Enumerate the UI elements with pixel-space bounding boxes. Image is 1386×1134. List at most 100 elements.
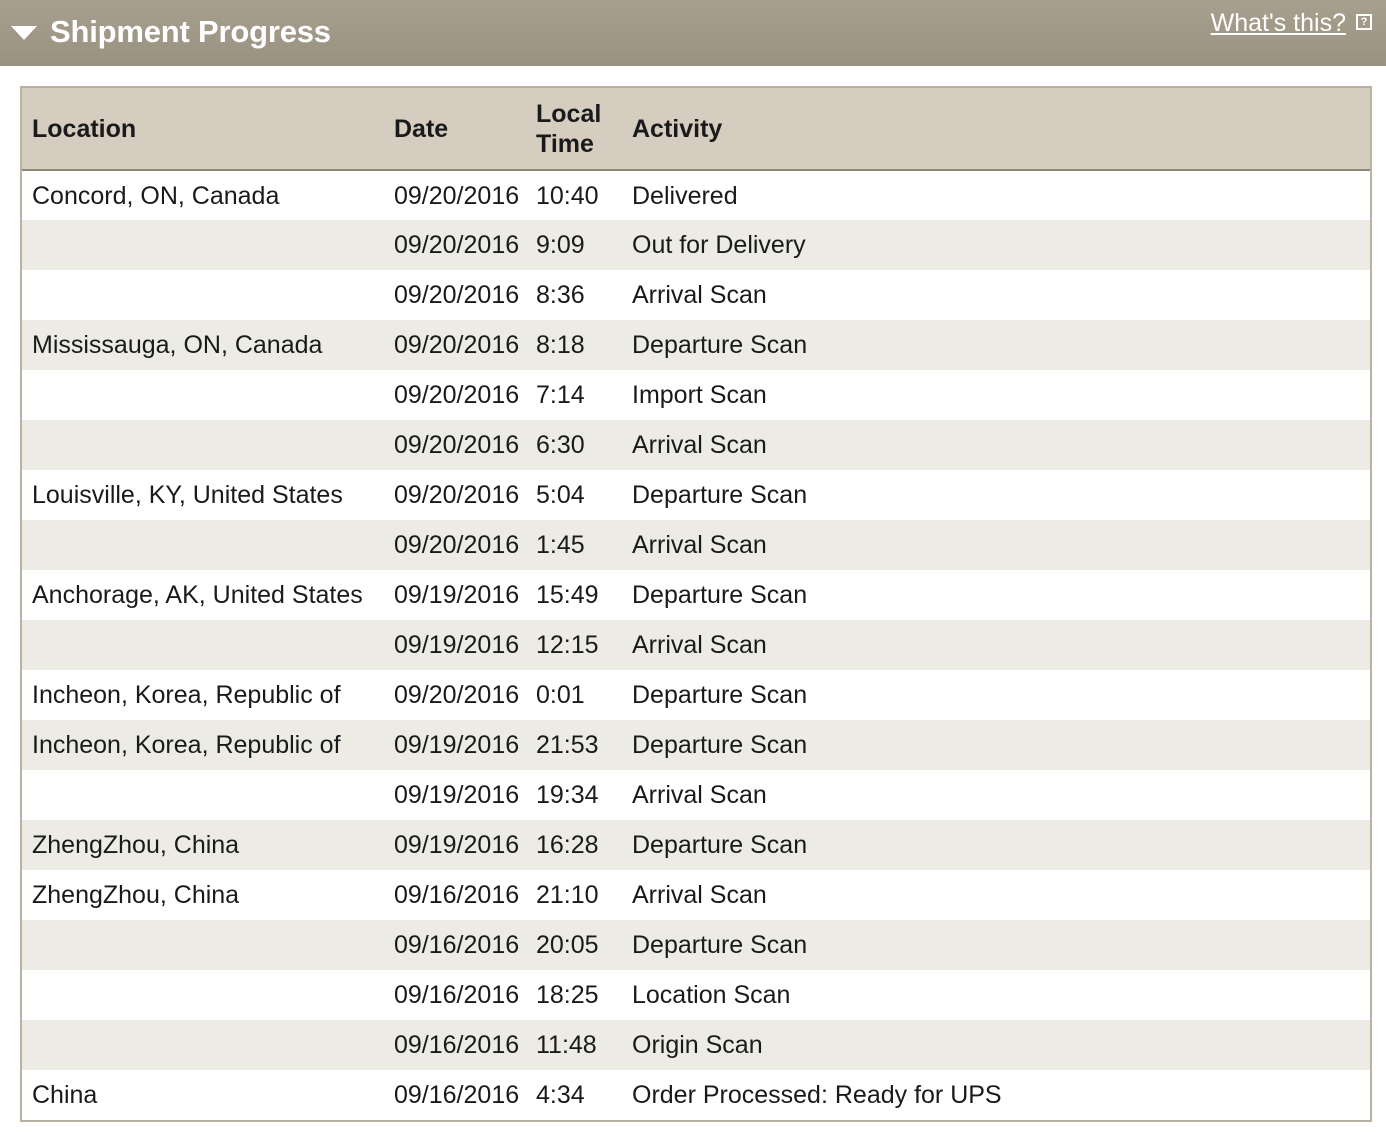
time-cell: 21:53 <box>536 731 599 759</box>
table-row: Mississauga, ON, Canada 09/20/2016 8:18 Dep… <box>22 320 1370 370</box>
table-row: 09/16/2016 11:48 Origin Scan <box>22 1020 1370 1070</box>
time-cell: 1:45 <box>536 531 585 559</box>
time-cell: 12:15 <box>536 631 599 659</box>
shipment-progress-table-container: Location Date Local Time Activity Concor… <box>20 86 1372 1122</box>
activity-cell: Location Scan <box>632 981 791 1009</box>
location-cell: Concord, ON, Canada <box>32 181 280 210</box>
location-cell <box>22 920 384 970</box>
date-cell: 09/20/2016 <box>394 331 520 359</box>
column-header-activity: Activity <box>622 88 1370 171</box>
activity-cell: Arrival Scan <box>632 881 767 909</box>
time-cell: 15:49 <box>536 581 599 609</box>
date-cell: 09/19/2016 <box>394 781 520 809</box>
location-cell: Incheon, Korea, Republic of <box>32 681 341 709</box>
time-cell: 8:36 <box>536 281 585 309</box>
table-row: ZhengZhou, China 09/16/2016 21:10 Arrival S… <box>22 870 1370 920</box>
shipment-progress-header[interactable]: Shipment Progress What's this? ? <box>0 0 1386 66</box>
activity-cell: Arrival Scan <box>632 281 767 309</box>
time-cell: 18:25 <box>536 981 599 1009</box>
table-row: 09/20/2016 9:09 Out for Delivery <box>22 220 1370 270</box>
column-header-local-time: Local Time <box>534 88 622 171</box>
time-cell: 6:30 <box>536 431 585 459</box>
date-cell: 09/20/2016 <box>394 481 520 509</box>
column-header-location: Location <box>22 88 384 171</box>
activity-cell: Departure Scan <box>632 331 808 359</box>
help-icon[interactable]: ? <box>1356 14 1372 30</box>
date-cell: 09/19/2016 <box>394 631 520 659</box>
column-header-local-time-text: Local Time <box>536 99 602 158</box>
date-cell: 09/16/2016 <box>394 931 520 959</box>
time-cell: 16:28 <box>536 831 599 859</box>
date-cell: 09/16/2016 <box>394 1031 520 1059</box>
location-cell <box>22 370 384 420</box>
date-cell: 09/16/2016 <box>394 1081 520 1109</box>
activity-cell: Origin Scan <box>632 1031 763 1059</box>
location-cell <box>22 420 384 470</box>
date-cell: 09/20/2016 <box>394 281 520 309</box>
location-cell <box>22 770 384 820</box>
location-cell <box>22 1020 384 1070</box>
section-title: Shipment Progress <box>50 14 331 49</box>
table-row: 09/19/2016 19:34 Arrival Scan <box>22 770 1370 820</box>
time-cell: 7:14 <box>536 381 585 409</box>
date-cell: 09/16/2016 <box>394 981 520 1009</box>
date-cell: 09/20/2016 <box>394 381 520 409</box>
location-cell: Louisville, KY, United States <box>32 481 343 509</box>
location-cell <box>22 220 384 270</box>
table-row: 09/20/2016 8:36 Arrival Scan <box>22 270 1370 320</box>
location-cell: ZhengZhou, China <box>32 831 240 859</box>
date-cell: 09/19/2016 <box>394 581 520 609</box>
location-cell: Anchorage, AK, United States <box>32 581 363 609</box>
activity-cell: Departure Scan <box>632 681 808 709</box>
date-cell: 09/16/2016 <box>394 881 520 909</box>
activity-cell: Order Processed: Ready for UPS <box>632 1081 1002 1109</box>
table-row: Concord, ON, Canada 09/20/2016 10:40 Delive… <box>22 170 1370 220</box>
activity-cell: Departure Scan <box>632 481 808 509</box>
location-cell: ZhengZhou, China <box>32 881 240 909</box>
activity-cell: Arrival Scan <box>632 531 767 559</box>
activity-cell: Arrival Scan <box>632 631 767 659</box>
location-cell: Mississauga, ON, Canada <box>32 331 323 359</box>
activity-cell: Arrival Scan <box>632 781 767 809</box>
time-cell: 5:04 <box>536 481 585 509</box>
time-cell: 0:01 <box>536 681 585 709</box>
time-cell: 9:09 <box>536 231 585 259</box>
location-cell <box>22 520 384 570</box>
time-cell: 19:34 <box>536 781 599 809</box>
activity-cell: Arrival Scan <box>632 431 767 459</box>
whats-this-link[interactable]: What's this? <box>1211 8 1346 38</box>
activity-cell: Import Scan <box>632 381 767 409</box>
table-row: 09/16/2016 20:05 Departure Scan <box>22 920 1370 970</box>
activity-cell: Departure Scan <box>632 581 808 609</box>
table-row: Anchorage, AK, United States 09/19/2016 15… <box>22 570 1370 620</box>
time-cell: 10:40 <box>536 181 599 210</box>
date-cell: 09/20/2016 <box>394 181 520 210</box>
time-cell: 20:05 <box>536 931 599 959</box>
table-row: Incheon, Korea, Republic of 09/19/2016 21:… <box>22 720 1370 770</box>
table-row: China 09/16/2016 4:34 Order Processed: Read… <box>22 1070 1370 1120</box>
location-cell <box>22 270 384 320</box>
shipment-progress-table: Location Date Local Time Activity Concor… <box>22 88 1370 1120</box>
location-cell: Incheon, Korea, Republic of <box>32 731 341 759</box>
table-row: 09/16/2016 18:25 Location Scan <box>22 970 1370 1020</box>
date-cell: 09/20/2016 <box>394 431 520 459</box>
date-cell: 09/20/2016 <box>394 681 520 709</box>
table-row: 09/20/2016 6:30 Arrival Scan <box>22 420 1370 470</box>
activity-cell: Departure Scan <box>632 731 808 759</box>
table-row: Louisville, KY, United States 09/20/2016 5… <box>22 470 1370 520</box>
time-cell: 8:18 <box>536 331 585 359</box>
table-row: Incheon, Korea, Republic of 09/20/2016 0:0… <box>22 670 1370 720</box>
collapse-triangle-icon[interactable] <box>11 26 37 40</box>
table-body: Concord, ON, Canada 09/20/2016 10:40 Delive… <box>22 170 1370 1120</box>
time-cell: 21:10 <box>536 881 599 909</box>
column-header-date: Date <box>384 88 534 171</box>
date-cell: 09/20/2016 <box>394 231 520 259</box>
activity-cell: Out for Delivery <box>632 231 806 259</box>
date-cell: 09/19/2016 <box>394 731 520 759</box>
date-cell: 09/19/2016 <box>394 831 520 859</box>
time-cell: 4:34 <box>536 1081 585 1109</box>
activity-cell: Departure Scan <box>632 831 808 859</box>
table-row: 09/19/2016 12:15 Arrival Scan <box>22 620 1370 670</box>
activity-cell: Delivered <box>632 181 738 210</box>
location-cell <box>22 970 384 1020</box>
